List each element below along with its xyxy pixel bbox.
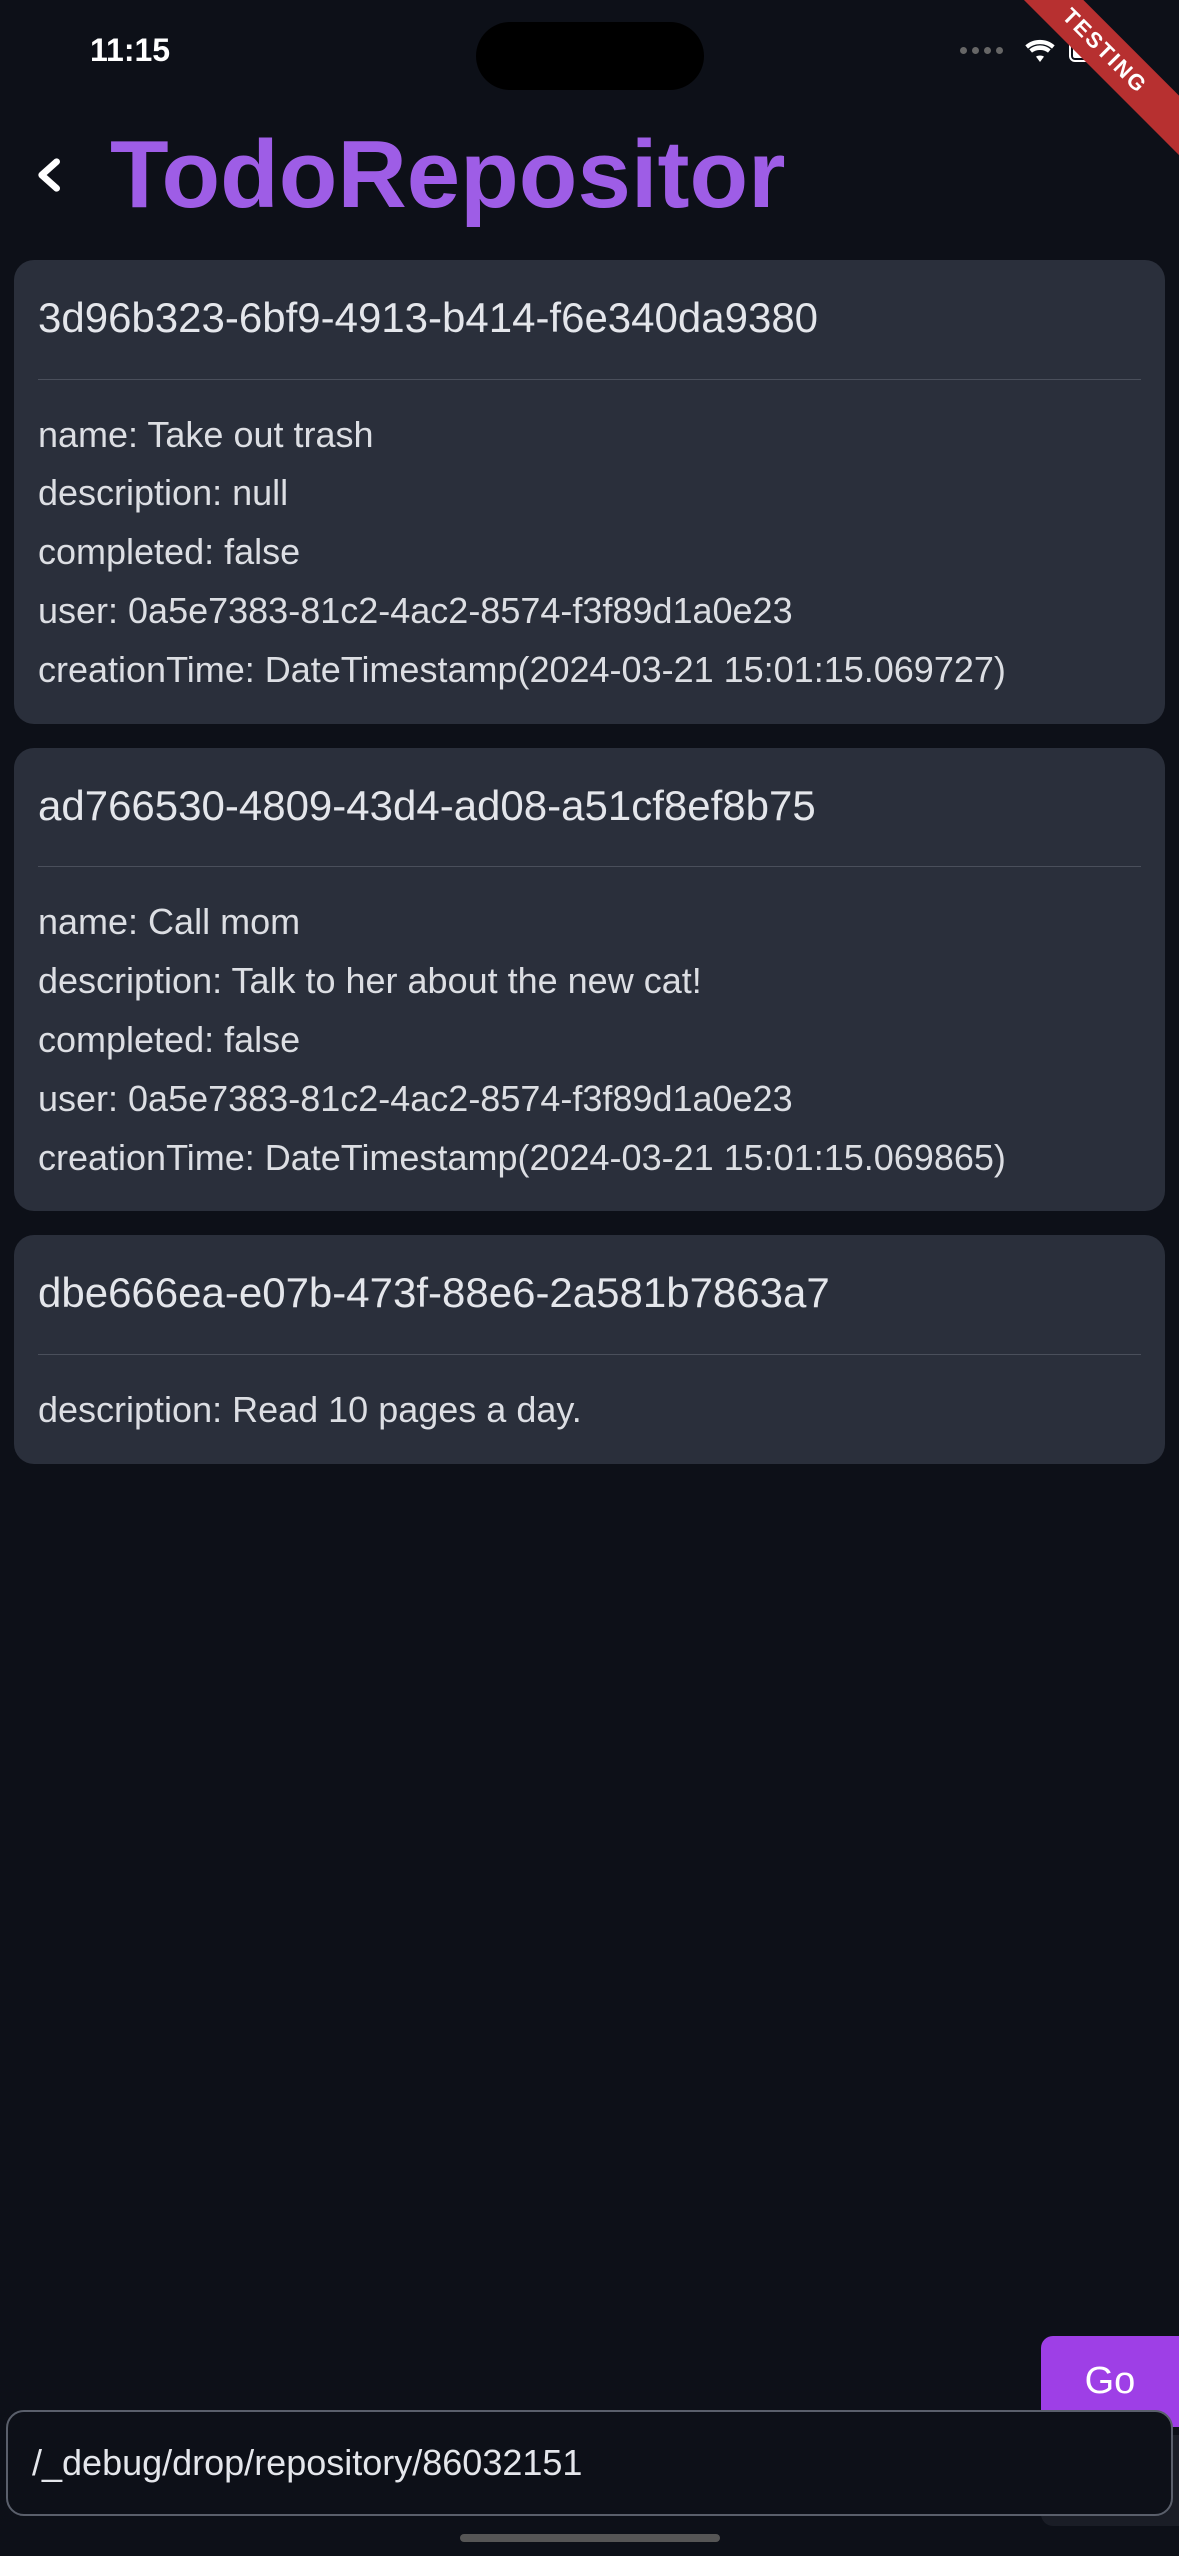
- todo-fields: description: Read 10 pages a day.: [38, 1387, 1141, 1434]
- todo-user: user: 0a5e7383-81c2-4ac2-8574-f3f89d1a0e…: [38, 1076, 1141, 1123]
- status-time: 11:15: [90, 32, 170, 69]
- todo-user: user: 0a5e7383-81c2-4ac2-8574-f3f89d1a0e…: [38, 588, 1141, 635]
- todo-fields: name: Call mom description: Talk to her …: [38, 899, 1141, 1181]
- todo-id: 3d96b323-6bf9-4913-b414-f6e340da9380: [38, 290, 1141, 380]
- todo-creation-time: creationTime: DateTimestamp(2024-03-21 1…: [38, 647, 1141, 694]
- path-input[interactable]: /_debug/drop/repository/86032151: [6, 2410, 1173, 2516]
- cellular-dots-icon: [960, 47, 1003, 54]
- bottom-bar: /_debug/drop/repository/86032151: [6, 2410, 1173, 2516]
- todo-name: name: Call mom: [38, 899, 1141, 946]
- content-list: 3d96b323-6bf9-4913-b414-f6e340da9380 nam…: [0, 240, 1179, 1484]
- todo-description: description: null: [38, 470, 1141, 517]
- todo-completed: completed: false: [38, 1017, 1141, 1064]
- todo-id: dbe666ea-e07b-473f-88e6-2a581b7863a7: [38, 1265, 1141, 1355]
- home-indicator[interactable]: [460, 2534, 720, 2542]
- todo-card[interactable]: ad766530-4809-43d4-ad08-a51cf8ef8b75 nam…: [14, 748, 1165, 1212]
- header: TodoRepositor: [0, 100, 1179, 240]
- todo-card[interactable]: dbe666ea-e07b-473f-88e6-2a581b7863a7 des…: [14, 1235, 1165, 1463]
- todo-fields: name: Take out trash description: null c…: [38, 412, 1141, 694]
- todo-creation-time: creationTime: DateTimestamp(2024-03-21 1…: [38, 1135, 1141, 1182]
- todo-id: ad766530-4809-43d4-ad08-a51cf8ef8b75: [38, 778, 1141, 868]
- todo-card[interactable]: 3d96b323-6bf9-4913-b414-f6e340da9380 nam…: [14, 260, 1165, 724]
- todo-completed: completed: false: [38, 529, 1141, 576]
- todo-description: description: Talk to her about the new c…: [38, 958, 1141, 1005]
- dynamic-island: [476, 22, 704, 90]
- page-title: TodoRepositor: [110, 120, 785, 230]
- back-icon[interactable]: [30, 155, 70, 195]
- wifi-icon: [1023, 38, 1057, 62]
- todo-description: description: Read 10 pages a day.: [38, 1387, 1141, 1434]
- todo-name: name: Take out trash: [38, 412, 1141, 459]
